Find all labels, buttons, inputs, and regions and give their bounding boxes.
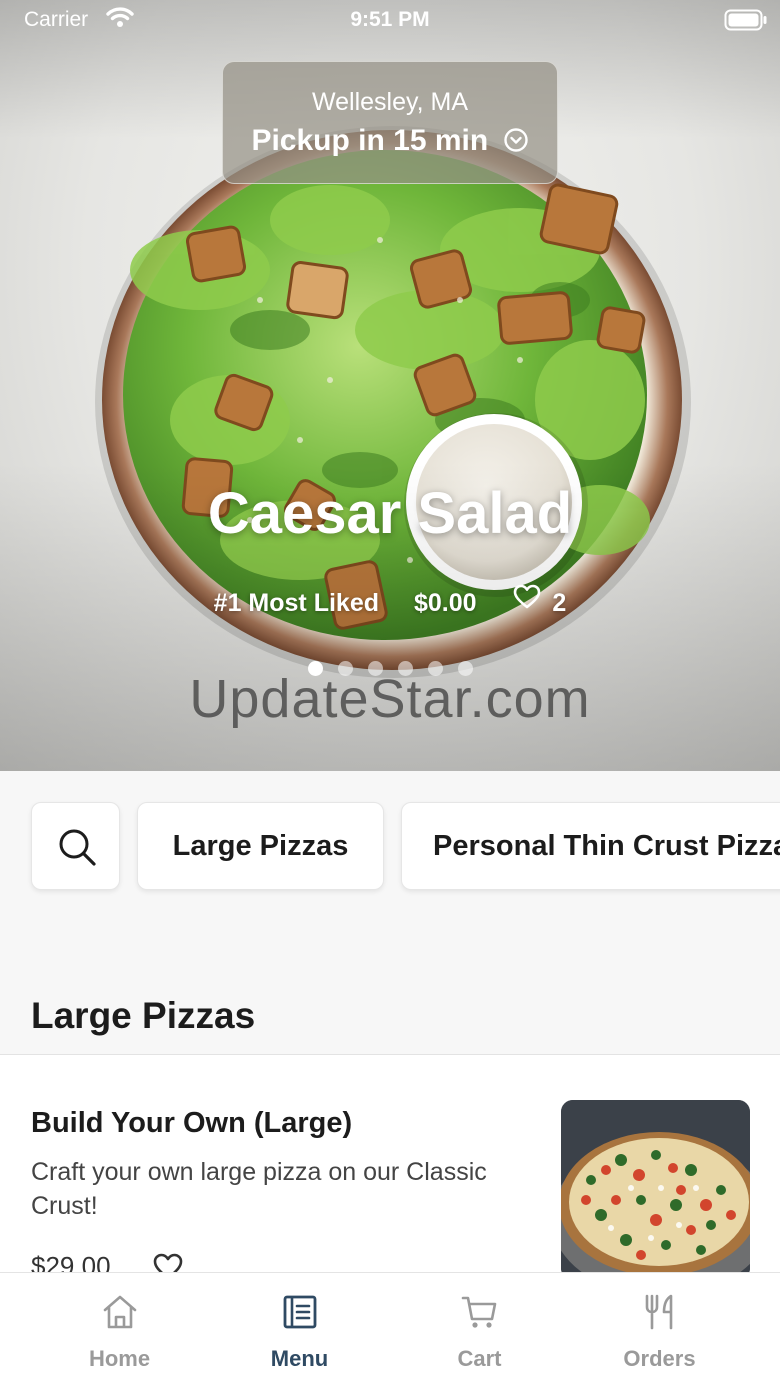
- cart-icon: [461, 1296, 497, 1328]
- item-name: Build Your Own (Large): [31, 1107, 353, 1139]
- menu-item[interactable]: Build Your Own (Large) Craft your own la…: [0, 1055, 780, 1305]
- promo-price: $0.00: [413, 588, 477, 617]
- item-description: Craft your own large pizza on our Classi…: [31, 1158, 487, 1220]
- pizza-image: [561, 1100, 750, 1280]
- home-icon: [103, 1295, 137, 1329]
- tab-label: Menu: [270, 1346, 329, 1371]
- status-time: 9:51 PM: [350, 8, 430, 31]
- menu-book-icon: [283, 1295, 317, 1329]
- pickup-time-row: Pickup in 15 min: [223, 124, 557, 158]
- section-title: Large Pizzas: [31, 995, 256, 1036]
- chevron-down-circle-icon: [503, 128, 528, 152]
- promo-carousel[interactable]: Carrier 9:51 PM Wellesley, MA Pickup in …: [0, 0, 780, 771]
- category-chips: Large Pizzas Personal Thin Crust Pizza: [0, 771, 780, 951]
- tab-menu[interactable]: Menu: [202, 1273, 397, 1387]
- fork-knife-icon: [645, 1294, 673, 1330]
- tab-bar: Home Menu Cart Orders: [0, 1272, 780, 1387]
- promo-title: Caesar Salad: [207, 481, 573, 546]
- pickup-time-label: Pickup in 15 min: [251, 124, 489, 157]
- search-icon: [59, 829, 96, 866]
- watermark: UpdateStar.com: [189, 669, 591, 729]
- promo-likes: 2: [552, 588, 567, 617]
- tab-label: Orders: [623, 1346, 696, 1371]
- tab-label: Cart: [457, 1346, 502, 1371]
- location-selector[interactable]: Wellesley, MA Pickup in 15 min: [222, 61, 558, 184]
- battery-icon: [724, 9, 767, 31]
- tab-home[interactable]: Home: [22, 1273, 217, 1387]
- category-chip-large-pizzas[interactable]: Large Pizzas: [137, 802, 384, 890]
- tab-label: Home: [88, 1346, 151, 1371]
- section-header: Large Pizzas: [0, 951, 780, 1055]
- category-chip-personal-thin-crust[interactable]: Personal Thin Crust Pizza: [401, 802, 780, 890]
- promo-badge: #1 Most Liked: [213, 588, 379, 617]
- tab-cart[interactable]: Cart: [382, 1273, 577, 1387]
- promo-meta: #1 Most Liked $0.00 2: [0, 584, 780, 618]
- location-city: Wellesley, MA: [311, 88, 469, 116]
- search-button[interactable]: [31, 802, 120, 890]
- tab-orders[interactable]: Orders: [562, 1273, 757, 1387]
- heart-icon[interactable]: [513, 584, 541, 610]
- status-bar: Carrier 9:51 PM: [0, 0, 780, 40]
